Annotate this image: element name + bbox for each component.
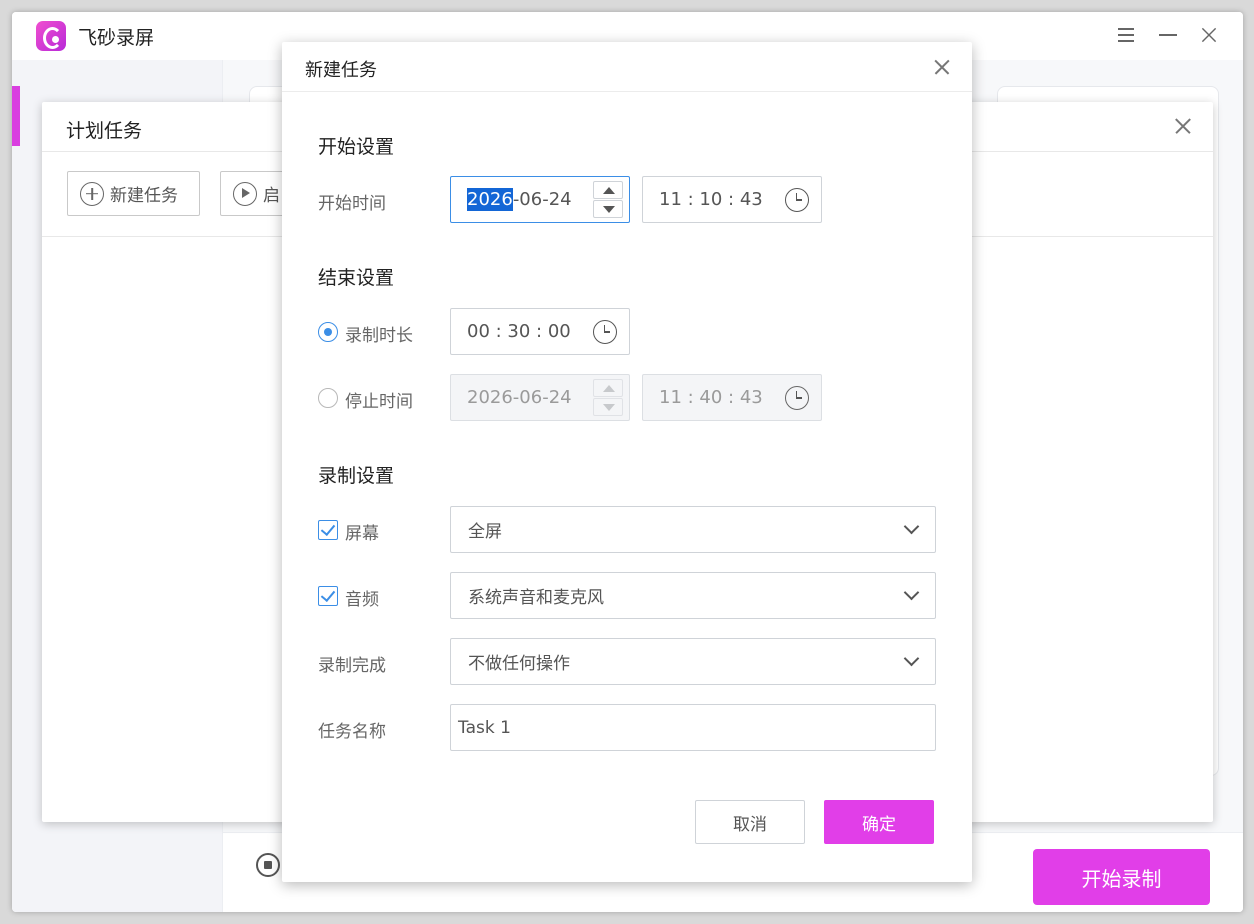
audio-select-value: 系统声音和麦克风: [468, 588, 604, 608]
duration-value: 00 : 30 : 00: [467, 321, 571, 342]
cancel-button[interactable]: 取消: [695, 800, 805, 844]
chevron-down-icon[interactable]: [903, 650, 920, 667]
app-logo-icon: [36, 21, 66, 51]
start-date-year-selected: 2026: [467, 188, 513, 211]
audio-label[interactable]: 音频: [345, 585, 379, 610]
start-settings-title: 开始设置: [318, 136, 395, 158]
stop-date-down-arrow-icon: [593, 398, 623, 416]
record-settings-title: 录制设置: [318, 465, 395, 487]
sidebar-active-indicator: [12, 86, 20, 146]
stop-time-radio[interactable]: [318, 388, 338, 408]
stop-time-value: 11 : 40 : 43: [659, 387, 763, 408]
on-complete-label: 录制完成: [318, 656, 386, 676]
clock-icon: [785, 386, 809, 410]
screen-select[interactable]: 全屏: [450, 506, 936, 553]
chevron-down-icon[interactable]: [903, 584, 920, 601]
screen-label[interactable]: 屏幕: [345, 519, 379, 544]
start-record-button[interactable]: 开始录制: [1033, 849, 1210, 905]
on-complete-select-value: 不做任何操作: [468, 654, 570, 674]
duration-input[interactable]: 00 : 30 : 00: [450, 308, 630, 355]
task-name-value: Task 1: [458, 717, 511, 738]
divider: [282, 91, 972, 92]
clock-icon[interactable]: [785, 188, 809, 212]
stop-time-input: 11 : 40 : 43: [642, 374, 822, 421]
stop-date-value: 2026-06-24: [467, 387, 572, 408]
start-time-label: 开始时间: [318, 194, 386, 214]
stop-date-input: 2026-06-24: [450, 374, 630, 421]
start-date-input[interactable]: 2026-06-24: [450, 176, 630, 223]
end-settings-title: 结束设置: [318, 267, 395, 289]
stop-date-up-arrow-icon: [593, 379, 623, 397]
start-date-rest: -06-24: [512, 189, 572, 210]
start-date-down-arrow-icon[interactable]: [593, 200, 623, 218]
task-name-input[interactable]: Task 1: [450, 704, 936, 751]
add-circle-icon: [80, 181, 104, 206]
menu-icon[interactable]: [1113, 22, 1139, 48]
plan-dialog-close-icon[interactable]: [1175, 118, 1191, 134]
chevron-down-icon[interactable]: [903, 518, 920, 535]
audio-checkbox[interactable]: [318, 586, 338, 606]
start-date-value: 2026-06-24: [451, 188, 572, 211]
on-complete-select[interactable]: 不做任何操作: [450, 638, 936, 685]
clock-icon[interactable]: [593, 320, 617, 344]
plan-dialog-title: 计划任务: [66, 120, 143, 142]
play-circle-icon: [233, 181, 257, 206]
new-task-close-icon[interactable]: [934, 59, 949, 74]
stop-time-label[interactable]: 停止时间: [345, 387, 413, 412]
start-time-input[interactable]: 11 : 10 : 43: [642, 176, 822, 223]
ok-button[interactable]: 确定: [824, 800, 934, 844]
audio-select[interactable]: 系统声音和麦克风: [450, 572, 936, 619]
stop-icon[interactable]: [256, 853, 280, 877]
new-task-dialog-title: 新建任务: [305, 60, 377, 81]
task-name-label: 任务名称: [318, 722, 386, 742]
minimize-icon[interactable]: [1155, 22, 1181, 48]
plan-new-task-button[interactable]: 新建任务: [67, 171, 200, 216]
plan-start-label: 启: [263, 186, 280, 206]
plan-new-task-label: 新建任务: [110, 186, 178, 206]
close-window-icon[interactable]: [1196, 22, 1222, 48]
duration-radio[interactable]: [318, 322, 338, 342]
new-task-dialog: 新建任务 开始设置 开始时间 2026-06-24 11 : 10 : 43 结…: [282, 42, 972, 882]
app-title: 飞砂录屏: [78, 27, 155, 49]
duration-label[interactable]: 录制时长: [345, 321, 413, 346]
start-time-value: 11 : 10 : 43: [659, 189, 763, 210]
start-date-up-arrow-icon[interactable]: [593, 181, 623, 199]
screen-checkbox[interactable]: [318, 520, 338, 540]
screen-select-value: 全屏: [468, 522, 502, 542]
